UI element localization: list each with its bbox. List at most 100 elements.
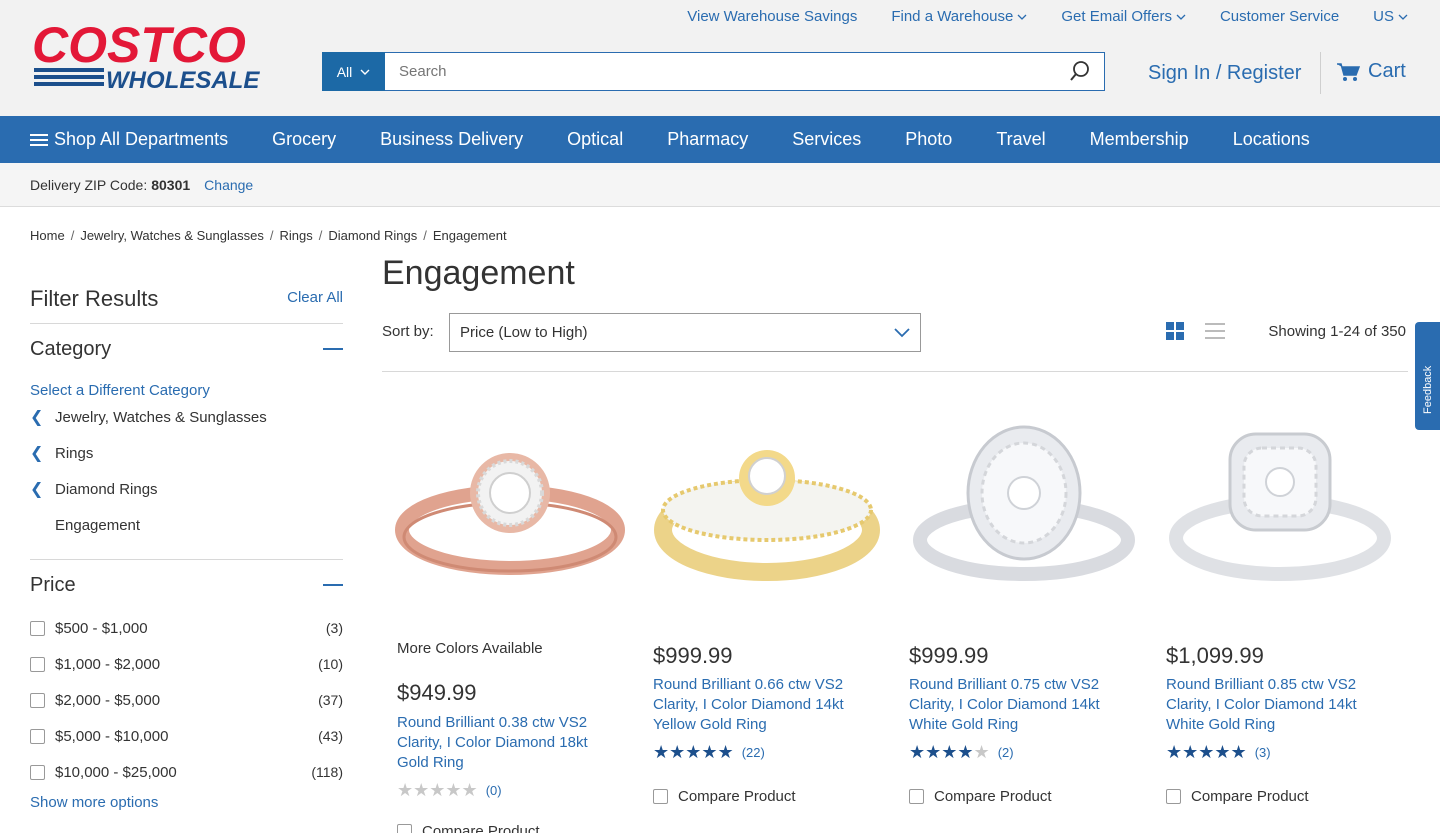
breadcrumb-separator: / [269, 228, 274, 243]
compare-product-checkbox[interactable]: Compare Product [653, 788, 796, 805]
product-name-link[interactable]: Round Brilliant 0.66 ctw VS2 Clarity, I … [653, 675, 878, 735]
price-filter-option[interactable]: $1,000 - $2,000 (10) [30, 646, 343, 682]
star-icon: ★★★★★ [653, 742, 734, 762]
nav-optical[interactable]: Optical [567, 129, 623, 150]
sign-in-register-link[interactable]: Sign In / Register [1148, 62, 1301, 85]
customer-service-link[interactable]: Customer Service [1220, 8, 1339, 25]
star-icon: ★★★★★ [1166, 742, 1247, 762]
find-warehouse-link[interactable]: Find a Warehouse [891, 8, 1027, 25]
checkbox[interactable] [30, 728, 45, 744]
product-price: $999.99 [653, 643, 733, 668]
breadcrumb-item[interactable]: Jewelry, Watches & Sunglasses [80, 228, 264, 243]
util-label: Find a Warehouse [891, 8, 1014, 25]
collapse-icon[interactable] [323, 348, 343, 350]
rating-stars[interactable]: ★★★★★ (0) [397, 780, 502, 801]
select-different-category-link[interactable]: Select a Different Category [30, 382, 343, 399]
breadcrumb: Home / Jewelry, Watches & Sunglasses / Rin… [30, 228, 507, 243]
change-zip-link[interactable]: Change [204, 177, 253, 193]
checkbox[interactable] [397, 824, 412, 833]
chevron-down-icon [360, 69, 370, 75]
breadcrumb-current: Engagement [432, 228, 507, 243]
checkbox[interactable] [30, 692, 45, 708]
checkbox[interactable] [30, 764, 45, 780]
price-label: $10,000 - $25,000 [55, 763, 177, 781]
rating-stars[interactable]: ★★★★ ★ (2) [909, 742, 1014, 763]
view-warehouse-savings-link[interactable]: View Warehouse Savings [687, 8, 857, 25]
feedback-tab[interactable]: Feedback [1415, 322, 1440, 430]
product-image[interactable] [908, 415, 1140, 615]
category-current: Engagement [30, 507, 343, 543]
costco-logo[interactable]: COSTCO WHOLESALE [30, 18, 298, 96]
cart-label: Cart [1368, 60, 1406, 82]
chevron-down-icon [894, 328, 910, 338]
show-more-options-link[interactable]: Show more options [30, 794, 343, 811]
cart-link[interactable]: Cart [1336, 60, 1406, 83]
chevron-left-icon: ❮ [30, 481, 44, 498]
get-email-offers-link[interactable]: Get Email Offers [1061, 8, 1186, 25]
nav-grocery[interactable]: Grocery [272, 129, 336, 150]
checkbox[interactable] [30, 656, 45, 672]
breadcrumb-item[interactable]: Home [30, 228, 65, 243]
review-count: (22) [741, 745, 765, 760]
sort-label: Sort by: [382, 323, 434, 340]
product-name-link[interactable]: Round Brilliant 0.75 ctw VS2 Clarity, I … [909, 675, 1134, 735]
price-count: (3) [325, 620, 343, 636]
shop-all-departments[interactable]: Shop All Departments [30, 129, 228, 150]
review-count: (2) [997, 745, 1014, 760]
rating-stars[interactable]: ★★★★★ (3) [1166, 742, 1271, 763]
results-count: Showing 1-24 of 350 [1268, 323, 1406, 340]
category-title: Category [30, 337, 112, 360]
nav-travel[interactable]: Travel [996, 129, 1045, 150]
util-label: US [1373, 8, 1394, 25]
checkbox[interactable] [909, 789, 924, 804]
nav-membership[interactable]: Membership [1090, 129, 1189, 150]
price-filter-option[interactable]: $5,000 - $10,000 (43) [30, 718, 343, 754]
nav-label: Shop All Departments [54, 129, 229, 149]
search-input[interactable] [385, 52, 1105, 91]
category-label: Engagement [55, 516, 141, 534]
nav-business-delivery[interactable]: Business Delivery [380, 129, 523, 150]
nav-photo[interactable]: Photo [905, 129, 952, 150]
price-label: $1,000 - $2,000 [55, 655, 161, 673]
filter-title: Filter Results [30, 286, 159, 311]
price-filter-option[interactable]: $10,000 - $25,000 (118) [30, 754, 343, 790]
nav-locations[interactable]: Locations [1233, 129, 1310, 150]
sort-dropdown[interactable]: Price (Low to High) [449, 313, 921, 352]
price-section-header[interactable]: Price [30, 560, 343, 610]
review-count: (0) [485, 783, 502, 798]
breadcrumb-item[interactable]: Rings [279, 228, 312, 243]
compare-product-checkbox[interactable]: Compare Product [1166, 788, 1309, 805]
clear-all-link[interactable]: Clear All [287, 289, 343, 306]
util-label: Get Email Offers [1061, 8, 1172, 25]
rating-stars[interactable]: ★★★★★ (22) [653, 742, 765, 763]
price-filter-option[interactable]: $500 - $1,000 (3) [30, 610, 343, 646]
product-image[interactable] [394, 415, 626, 615]
search-icon[interactable] [1069, 60, 1091, 82]
nav-services[interactable]: Services [792, 129, 861, 150]
star-icon: ★★★★★ [397, 780, 478, 800]
nav-pharmacy[interactable]: Pharmacy [667, 129, 748, 150]
search-scope-dropdown[interactable]: All [322, 52, 385, 91]
product-name-link[interactable]: Round Brilliant 0.38 ctw VS2 Clarity, I … [397, 713, 622, 773]
category-diamond-rings[interactable]: ❮ Diamond Rings [30, 471, 343, 507]
category-jewelry[interactable]: ❮ Jewelry, Watches & Sunglasses [30, 399, 343, 435]
checkbox[interactable] [1166, 789, 1181, 804]
category-rings[interactable]: ❮ Rings [30, 435, 343, 471]
checkbox[interactable] [30, 620, 45, 636]
compare-product-checkbox[interactable]: Compare Product [909, 788, 1052, 805]
product-name-link[interactable]: Round Brilliant 0.85 ctw VS2 Clarity, I … [1166, 675, 1391, 735]
compare-label: Compare Product [678, 788, 796, 805]
price-count: (43) [318, 728, 343, 744]
compare-product-checkbox[interactable]: Compare Product [397, 823, 540, 833]
price-filter-option[interactable]: $2,000 - $5,000 (37) [30, 682, 343, 718]
checkbox[interactable] [653, 789, 668, 804]
product-image[interactable] [651, 420, 883, 620]
grid-view-icon[interactable] [1166, 322, 1184, 340]
collapse-icon[interactable] [323, 584, 343, 586]
zip-label: Delivery ZIP Code: [30, 176, 148, 193]
product-image[interactable] [1164, 420, 1396, 620]
country-selector[interactable]: US [1373, 8, 1408, 25]
category-section-header[interactable]: Category [30, 324, 343, 374]
list-view-icon[interactable] [1205, 322, 1225, 340]
breadcrumb-item[interactable]: Diamond Rings [328, 228, 417, 243]
